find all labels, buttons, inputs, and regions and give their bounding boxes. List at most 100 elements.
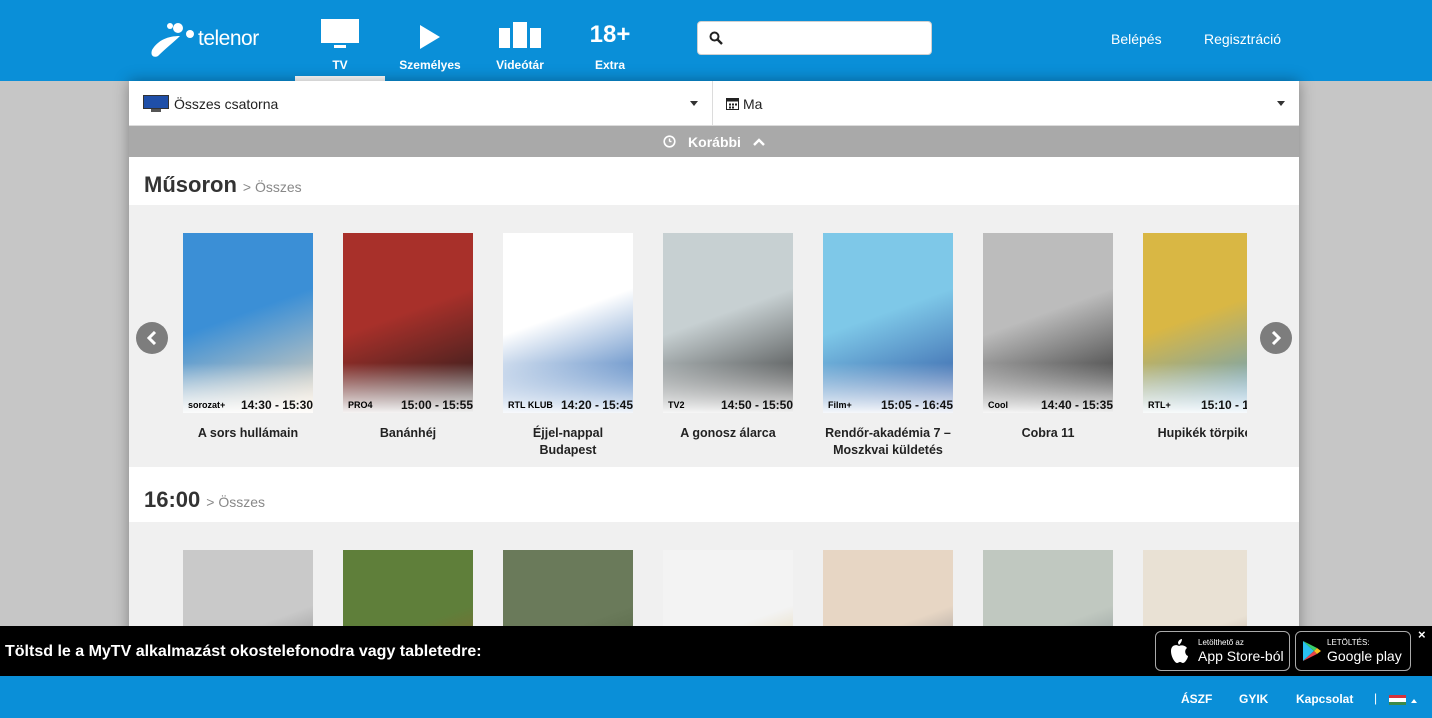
program-title[interactable]: A gonosz álarca xyxy=(663,425,793,442)
google-play-small: LETÖLTÉS: xyxy=(1327,638,1370,647)
app-store-small: Letölthető az xyxy=(1198,638,1244,647)
google-play-icon xyxy=(1303,641,1321,661)
program-card[interactable]: Film+ 15:05 - 16:45 Rendőr-akadémia 7 – Mo… xyxy=(823,233,953,459)
program-title[interactable]: Rendőr-akadémia 7 – Moszkvai küldetés xyxy=(823,425,953,459)
program-card[interactable] xyxy=(1143,550,1247,630)
channel-logo: RTL KLUB xyxy=(508,400,553,410)
channel-logo: RTL+ xyxy=(1148,400,1171,410)
telenor-logo[interactable]: telenor xyxy=(148,16,268,62)
program-card[interactable] xyxy=(503,550,633,630)
footer-link-gyik[interactable]: GYIK xyxy=(1239,692,1268,706)
program-poster[interactable]: Cool 14:40 - 15:35 xyxy=(983,233,1113,413)
close-icon[interactable]: × xyxy=(1418,627,1426,642)
program-card[interactable] xyxy=(343,550,473,630)
channel-logo: sorozat+ xyxy=(188,400,226,410)
channel-logo: Cool xyxy=(988,400,1008,410)
carousel-next-button[interactable] xyxy=(1260,322,1292,354)
nav-tv[interactable]: TV xyxy=(295,0,385,81)
program-poster[interactable]: sorozat+ 14:30 - 15:30 xyxy=(183,233,313,413)
search-box[interactable] xyxy=(697,21,932,55)
program-time: 14:20 - 15:45 xyxy=(560,398,633,412)
footer: ÁSZF GYIK Kapcsolat | xyxy=(0,676,1432,718)
login-link[interactable]: Belépés xyxy=(1111,31,1162,47)
program-card[interactable]: PRO4 15:00 - 15:55 Banánhéj xyxy=(343,233,473,442)
program-poster[interactable]: RTL KLUB 14:20 - 15:45 xyxy=(503,233,633,413)
footer-link-aszf[interactable]: ÁSZF xyxy=(1181,692,1212,706)
footer-link-kapcsolat[interactable]: Kapcsolat xyxy=(1296,692,1353,706)
carousel-prev-button[interactable] xyxy=(136,322,168,354)
program-carousel-1600 xyxy=(183,550,1247,630)
adult-18-icon: 18+ xyxy=(589,21,631,48)
program-card[interactable]: TV2 14:50 - 15:50 A gonosz álarca xyxy=(663,233,793,442)
section-heading: 16:00 xyxy=(144,487,201,512)
google-play-button[interactable]: LETÖLTÉS: Google play xyxy=(1295,631,1411,671)
program-poster[interactable] xyxy=(1143,550,1247,630)
chevron-left-icon xyxy=(147,331,157,345)
app-store-big: App Store-ból xyxy=(1198,648,1284,664)
chevron-right-icon xyxy=(1271,331,1281,345)
program-card[interactable] xyxy=(823,550,953,630)
program-poster[interactable] xyxy=(983,550,1113,630)
nav-videotar[interactable]: Videótár xyxy=(484,0,556,81)
program-title[interactable]: Éjjel-nappal Budapest xyxy=(503,425,633,459)
program-time: 14:30 - 15:30 xyxy=(240,398,313,412)
earlier-toggle[interactable]: Korábbi xyxy=(129,126,1299,157)
see-all-link[interactable]: > Összes xyxy=(243,179,302,195)
search-input[interactable] xyxy=(732,26,922,50)
program-poster[interactable]: PRO4 15:00 - 15:55 xyxy=(343,233,473,413)
program-panel: Összes csatorna Ma Korábbi Műsoron > Öss… xyxy=(129,81,1299,682)
program-card[interactable]: sorozat+ 14:30 - 15:30 A sors hullámain xyxy=(183,233,313,442)
chevron-down-icon xyxy=(1277,101,1285,106)
search-icon xyxy=(709,31,723,45)
program-title[interactable]: Cobra 11 xyxy=(983,425,1113,442)
channel-logo: PRO4 xyxy=(348,400,373,410)
program-time: 14:40 - 15:35 xyxy=(1040,398,1113,412)
program-poster[interactable] xyxy=(823,550,953,630)
chevron-up-icon xyxy=(1411,699,1417,703)
date-select-value: Ma xyxy=(743,95,763,112)
channel-logo: TV2 xyxy=(668,400,685,410)
program-card[interactable] xyxy=(983,550,1113,630)
channel-select[interactable]: Összes csatorna xyxy=(129,81,713,126)
program-title[interactable]: Banánhéj xyxy=(343,425,473,442)
hungarian-flag-icon[interactable] xyxy=(1389,695,1406,705)
register-link[interactable]: Regisztráció xyxy=(1204,31,1281,47)
top-header: telenor TV Személyes Videótár 18+ Extra … xyxy=(0,0,1432,81)
program-poster[interactable] xyxy=(183,550,313,630)
clock-icon xyxy=(663,135,676,148)
nav-extra-label: Extra xyxy=(594,58,626,72)
app-store-button[interactable]: Letölthető az App Store-ból xyxy=(1155,631,1290,671)
apple-icon xyxy=(1171,639,1188,663)
program-card[interactable] xyxy=(663,550,793,630)
footer-separator: | xyxy=(1374,691,1378,705)
program-card[interactable]: Cool 14:40 - 15:35 Cobra 11 xyxy=(983,233,1113,442)
program-poster[interactable] xyxy=(663,550,793,630)
program-title[interactable]: A sors hullámain xyxy=(183,425,313,442)
see-all-link[interactable]: > Összes xyxy=(206,494,265,510)
section-title-now: Műsoron > Összes xyxy=(144,172,302,198)
chevron-down-icon xyxy=(690,101,698,106)
program-poster[interactable] xyxy=(503,550,633,630)
program-poster[interactable]: Film+ 15:05 - 16:45 xyxy=(823,233,953,413)
brand-name: telenor xyxy=(198,27,259,50)
program-card[interactable] xyxy=(183,550,313,630)
google-play-big: Google play xyxy=(1327,648,1402,664)
program-time: 14:50 - 15:50 xyxy=(720,398,793,412)
date-select[interactable]: Ma xyxy=(714,81,1299,126)
program-time: 15:00 - 15:55 xyxy=(400,398,473,412)
program-poster[interactable] xyxy=(343,550,473,630)
tv-icon xyxy=(321,19,359,48)
program-time: 15:10 - 16:05 xyxy=(1200,398,1247,412)
nav-szemelyes[interactable]: Személyes xyxy=(390,0,470,81)
program-card[interactable]: RTL+ 15:10 - 16:05 Hupikék törpikék xyxy=(1143,233,1247,442)
program-poster[interactable]: RTL+ 15:10 - 16:05 xyxy=(1143,233,1247,413)
filter-bar: Összes csatorna Ma xyxy=(129,81,1299,126)
nav-tv-label: TV xyxy=(332,58,348,72)
nav-extra[interactable]: 18+ Extra xyxy=(575,0,645,81)
play-icon xyxy=(420,25,440,49)
program-title[interactable]: Hupikék törpikék xyxy=(1143,425,1247,442)
program-poster[interactable]: TV2 14:50 - 15:50 xyxy=(663,233,793,413)
section-heading: Műsoron xyxy=(144,172,237,197)
channel-logo: Film+ xyxy=(828,400,852,410)
program-card[interactable]: RTL KLUB 14:20 - 15:45 Éjjel-nappal Budape… xyxy=(503,233,633,459)
